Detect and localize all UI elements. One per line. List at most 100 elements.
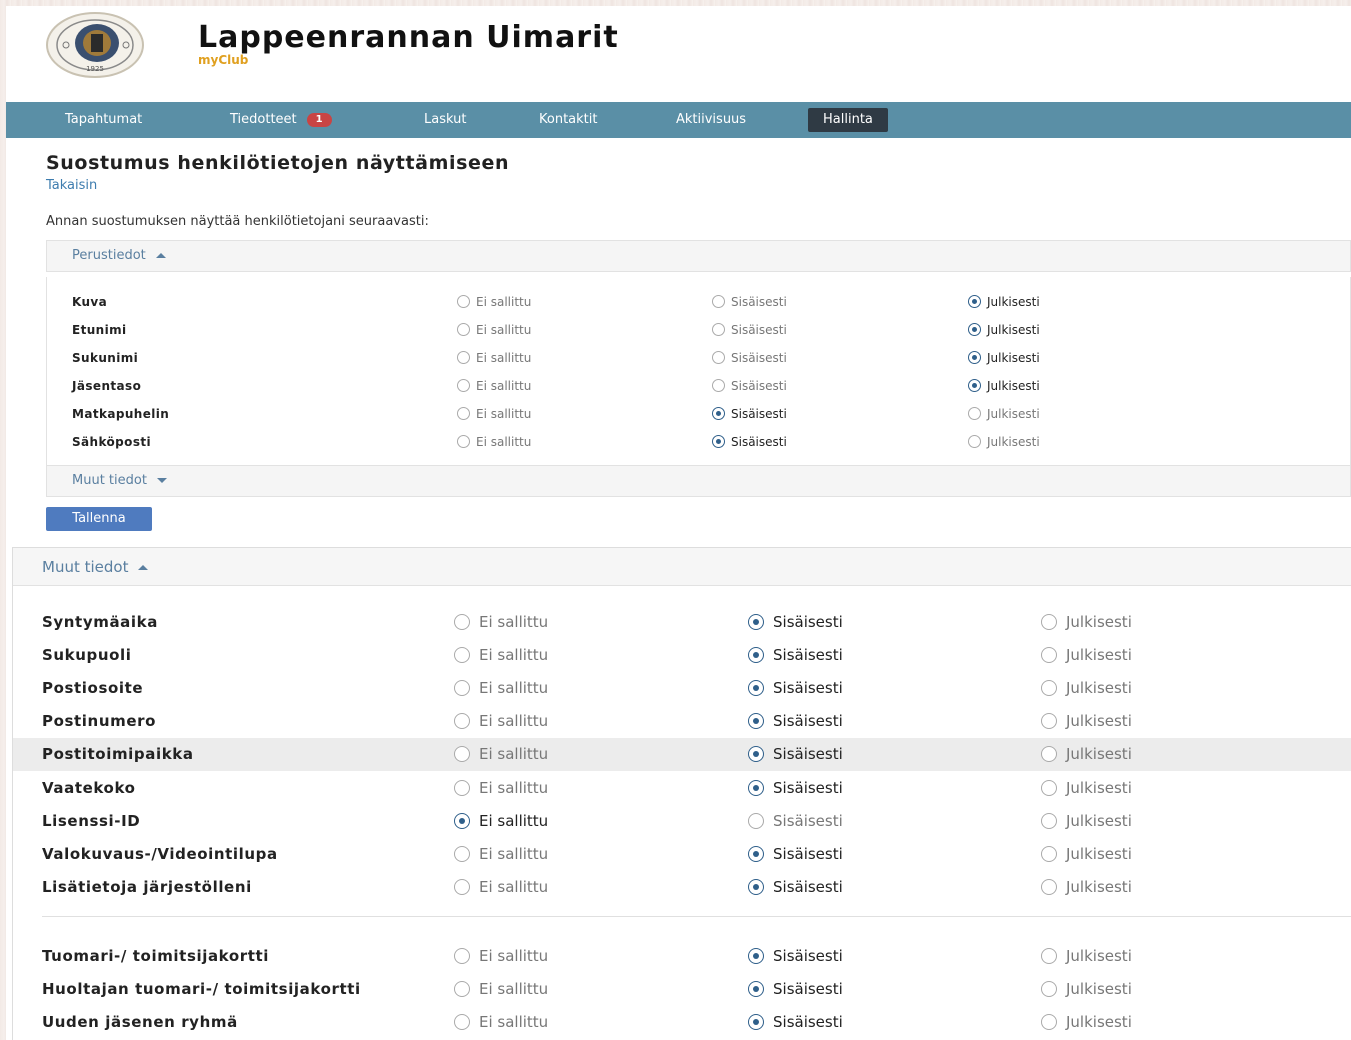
radio-option-none[interactable]: Ei sallittu (454, 779, 548, 797)
radio-icon[interactable] (454, 779, 470, 796)
radio-option-internal[interactable]: Sisäisesti (748, 646, 843, 664)
radio-option-public[interactable]: Julkisesti (968, 379, 1040, 393)
other-info-toggle[interactable]: Muut tiedot (46, 465, 1351, 497)
back-link[interactable]: Takaisin (46, 178, 97, 193)
radio-option-internal[interactable]: Sisäisesti (748, 679, 843, 697)
radio-option-none[interactable]: Ei sallittu (457, 379, 531, 393)
radio-option-none[interactable]: Ei sallittu (454, 745, 548, 763)
radio-option-none[interactable]: Ei sallittu (454, 845, 548, 863)
radio-icon[interactable] (1041, 812, 1057, 829)
radio-option-none[interactable]: Ei sallittu (457, 295, 531, 309)
radio-icon[interactable] (454, 845, 470, 862)
radio-icon[interactable] (712, 323, 725, 336)
radio-icon[interactable] (748, 614, 764, 630)
radio-icon[interactable] (968, 379, 981, 392)
radio-option-public[interactable]: Julkisesti (968, 407, 1040, 421)
radio-icon[interactable] (748, 878, 764, 895)
radio-icon[interactable] (1041, 981, 1057, 998)
radio-option-none[interactable]: Ei sallittu (454, 679, 548, 697)
radio-option-public[interactable]: Julkisesti (1041, 1013, 1132, 1031)
radio-option-public[interactable]: Julkisesti (1041, 812, 1132, 830)
radio-icon[interactable] (454, 1014, 470, 1031)
radio-icon[interactable] (968, 435, 981, 448)
radio-option-none[interactable]: Ei sallittu (454, 947, 548, 965)
radio-icon[interactable] (454, 746, 470, 763)
radio-icon[interactable] (457, 351, 470, 364)
radio-icon[interactable] (454, 878, 470, 895)
radio-option-none[interactable]: Ei sallittu (457, 407, 531, 421)
radio-icon[interactable] (968, 351, 981, 364)
radio-icon[interactable] (968, 407, 981, 420)
radio-icon[interactable] (712, 407, 725, 420)
radio-option-none[interactable]: Ei sallittu (454, 980, 548, 998)
radio-option-public[interactable]: Julkisesti (1041, 613, 1132, 631)
radio-option-public[interactable]: Julkisesti (1041, 745, 1132, 763)
radio-option-internal[interactable]: Sisäisesti (748, 1013, 843, 1031)
radio-icon[interactable] (748, 647, 764, 664)
radio-icon[interactable] (748, 845, 764, 862)
radio-icon[interactable] (457, 379, 470, 392)
radio-option-public[interactable]: Julkisesti (1041, 947, 1132, 965)
radio-icon[interactable] (1041, 713, 1057, 730)
radio-option-internal[interactable]: Sisäisesti (712, 323, 787, 337)
radio-option-public[interactable]: Julkisesti (1041, 878, 1132, 896)
radio-option-internal[interactable]: Sisäisesti (712, 435, 787, 449)
radio-option-public[interactable]: Julkisesti (968, 323, 1040, 337)
radio-icon[interactable] (454, 647, 470, 664)
radio-icon[interactable] (748, 981, 764, 998)
radio-option-public[interactable]: Julkisesti (1041, 845, 1132, 863)
radio-option-none[interactable]: Ei sallittu (457, 351, 531, 365)
radio-option-public[interactable]: Julkisesti (1041, 779, 1132, 797)
radio-icon[interactable] (748, 812, 764, 829)
radio-icon[interactable] (454, 614, 470, 630)
radio-icon[interactable] (1041, 878, 1057, 895)
radio-option-none[interactable]: Ei sallittu (454, 878, 548, 896)
radio-icon[interactable] (968, 323, 981, 336)
radio-option-none[interactable]: Ei sallittu (457, 435, 531, 449)
nav-laskut[interactable]: Laskut (424, 110, 466, 130)
radio-icon[interactable] (1041, 680, 1057, 697)
club-logo[interactable]: 1925 (46, 12, 144, 78)
radio-option-none[interactable]: Ei sallittu (454, 812, 548, 830)
nav-tiedotteet[interactable]: Tiedotteet 1 (230, 110, 332, 130)
radio-option-internal[interactable]: Sisäisesti (712, 379, 787, 393)
radio-icon[interactable] (712, 351, 725, 364)
radio-option-internal[interactable]: Sisäisesti (748, 745, 843, 763)
radio-icon[interactable] (1041, 647, 1057, 664)
other-info-toggle-zoomed[interactable]: Muut tiedot (13, 548, 1351, 586)
radio-icon[interactable] (454, 812, 470, 829)
radio-icon[interactable] (1041, 948, 1057, 964)
radio-icon[interactable] (454, 680, 470, 697)
radio-icon[interactable] (968, 295, 981, 308)
basic-info-toggle[interactable]: Perustiedot (46, 240, 1351, 272)
radio-option-internal[interactable]: Sisäisesti (748, 812, 843, 830)
radio-option-internal[interactable]: Sisäisesti (748, 779, 843, 797)
radio-icon[interactable] (1041, 845, 1057, 862)
radio-icon[interactable] (748, 1014, 764, 1031)
radio-icon[interactable] (748, 779, 764, 796)
radio-icon[interactable] (454, 981, 470, 998)
radio-icon[interactable] (1041, 614, 1057, 630)
radio-icon[interactable] (712, 435, 725, 448)
radio-icon[interactable] (748, 948, 764, 964)
nav-aktiivisuus[interactable]: Aktiivisuus (676, 110, 746, 130)
radio-icon[interactable] (748, 746, 764, 763)
radio-icon[interactable] (712, 295, 725, 308)
radio-option-public[interactable]: Julkisesti (1041, 980, 1132, 998)
nav-hallinta[interactable]: Hallinta (808, 108, 888, 132)
radio-icon[interactable] (748, 713, 764, 730)
save-button[interactable]: Tallenna (46, 507, 152, 531)
radio-option-public[interactable]: Julkisesti (1041, 646, 1132, 664)
radio-option-public[interactable]: Julkisesti (968, 435, 1040, 449)
radio-icon[interactable] (457, 295, 470, 308)
radio-option-internal[interactable]: Sisäisesti (748, 980, 843, 998)
radio-icon[interactable] (1041, 746, 1057, 763)
nav-tapahtumat[interactable]: Tapahtumat (65, 110, 142, 130)
radio-icon[interactable] (712, 379, 725, 392)
radio-option-internal[interactable]: Sisäisesti (748, 712, 843, 730)
radio-icon[interactable] (454, 713, 470, 730)
radio-option-none[interactable]: Ei sallittu (454, 1013, 548, 1031)
radio-option-public[interactable]: Julkisesti (968, 295, 1040, 309)
nav-kontaktit[interactable]: Kontaktit (539, 110, 597, 130)
radio-option-internal[interactable]: Sisäisesti (712, 295, 787, 309)
